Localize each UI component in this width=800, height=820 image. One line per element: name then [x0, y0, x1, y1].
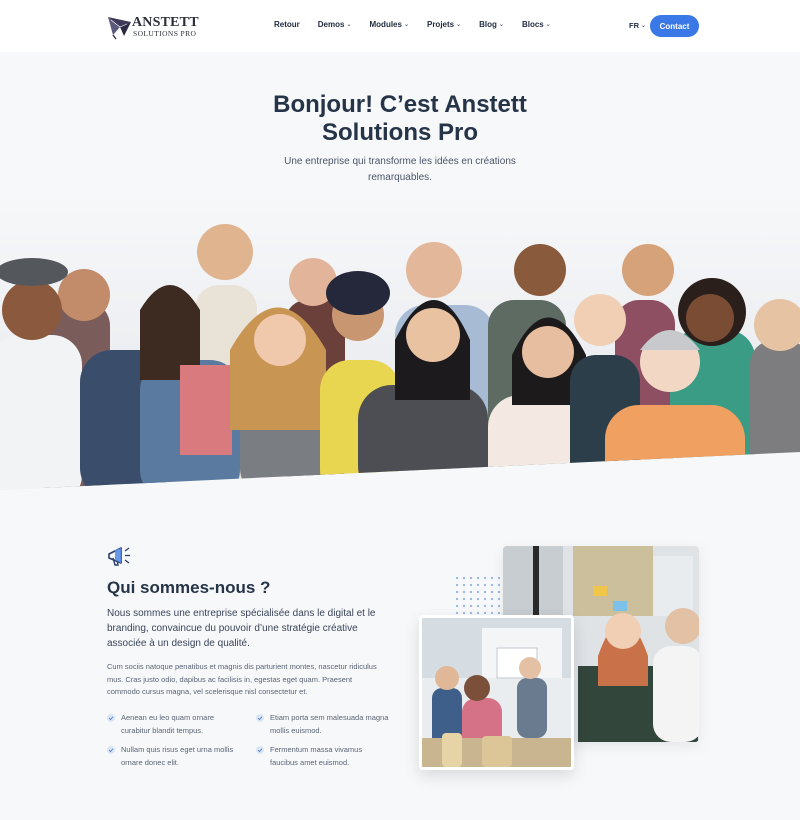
feature-item: Etiam porta sem malesuada magna mollis e… [256, 712, 391, 737]
contact-button[interactable]: Contact [650, 15, 699, 37]
chevron-down-icon: ⌄ [346, 22, 352, 28]
language-label: FR [629, 21, 639, 30]
chevron-down-icon: ⌄ [641, 23, 647, 29]
menu-item-modules[interactable]: Modules ⌄ [370, 20, 409, 29]
chevron-down-icon: ⌄ [456, 22, 462, 28]
check-icon [256, 714, 264, 722]
feature-item: Nullam quis risus eget urna mollis ornar… [107, 744, 242, 769]
menu-item-demos[interactable]: Demos ⌄ [318, 20, 352, 29]
hero-title-line: Bonjour! C’est Anstett [273, 91, 527, 118]
megaphone-icon [108, 547, 130, 566]
about-lead: Nous sommes une entreprise spécialisée d… [107, 608, 376, 649]
brand-tagline: SOLUTIONS PRO [133, 29, 197, 38]
menu-item-blocs[interactable]: Blocs ⌄ [522, 20, 551, 29]
office-photo-front [419, 615, 574, 770]
check-icon [107, 746, 115, 754]
menu-item-label: Retour [274, 20, 300, 29]
chevron-down-icon: ⌄ [403, 22, 409, 28]
brand-logo[interactable]: ANSTETT SOLUTIONS PRO [107, 14, 207, 40]
main-menu: Retour Demos ⌄ Modules ⌄ Projets ⌄ Blog … [274, 20, 569, 29]
about-title: Qui sommes-nous ? [107, 578, 271, 597]
menu-item-label: Blocs [521, 20, 544, 29]
menu-item-label: Demos [317, 20, 345, 29]
bird-logo-icon [108, 17, 131, 40]
menu-item-projets[interactable]: Projets ⌄ [427, 20, 461, 29]
feature-item: Fermentum massa vivamus faucibus amet eu… [256, 744, 391, 769]
top-navigation: ANSTETT SOLUTIONS PRO Retour Demos ⌄ Mod… [0, 0, 800, 52]
chevron-down-icon: ⌄ [498, 22, 504, 28]
hero-subtitle: Une entreprise qui transforme les idées … [284, 156, 516, 183]
chevron-down-icon: ⌄ [545, 22, 551, 28]
hero-title-line: Solutions Pro [322, 119, 478, 146]
menu-item-label: Projets [426, 20, 455, 29]
dot-pattern-decoration [455, 576, 501, 614]
about-body: Cum sociis natoque penatibus et magnis d… [107, 662, 377, 696]
menu-item-label: Modules [369, 20, 402, 29]
menu-item-label: Blog [479, 20, 497, 29]
feature-item: Aenean eu leo quam ornare curabitur blan… [107, 712, 242, 737]
feature-text: Nullam quis risus eget urna mollis ornar… [121, 745, 234, 767]
feature-text: Fermentum massa vivamus faucibus amet eu… [270, 745, 363, 767]
check-icon [107, 714, 115, 722]
feature-text: Etiam porta sem malesuada magna mollis e… [270, 713, 389, 735]
check-icon [256, 746, 264, 754]
feature-text: Aenean eu leo quam ornare curabitur blan… [121, 713, 214, 735]
menu-item-blog[interactable]: Blog ⌄ [479, 20, 504, 29]
language-selector[interactable]: FR ⌄ [629, 21, 646, 30]
menu-item-retour[interactable]: Retour [274, 20, 300, 29]
hero-title: Bonjour! C’est Anstett Solutions Pro [0, 91, 800, 147]
hero-team-photo [0, 190, 800, 490]
